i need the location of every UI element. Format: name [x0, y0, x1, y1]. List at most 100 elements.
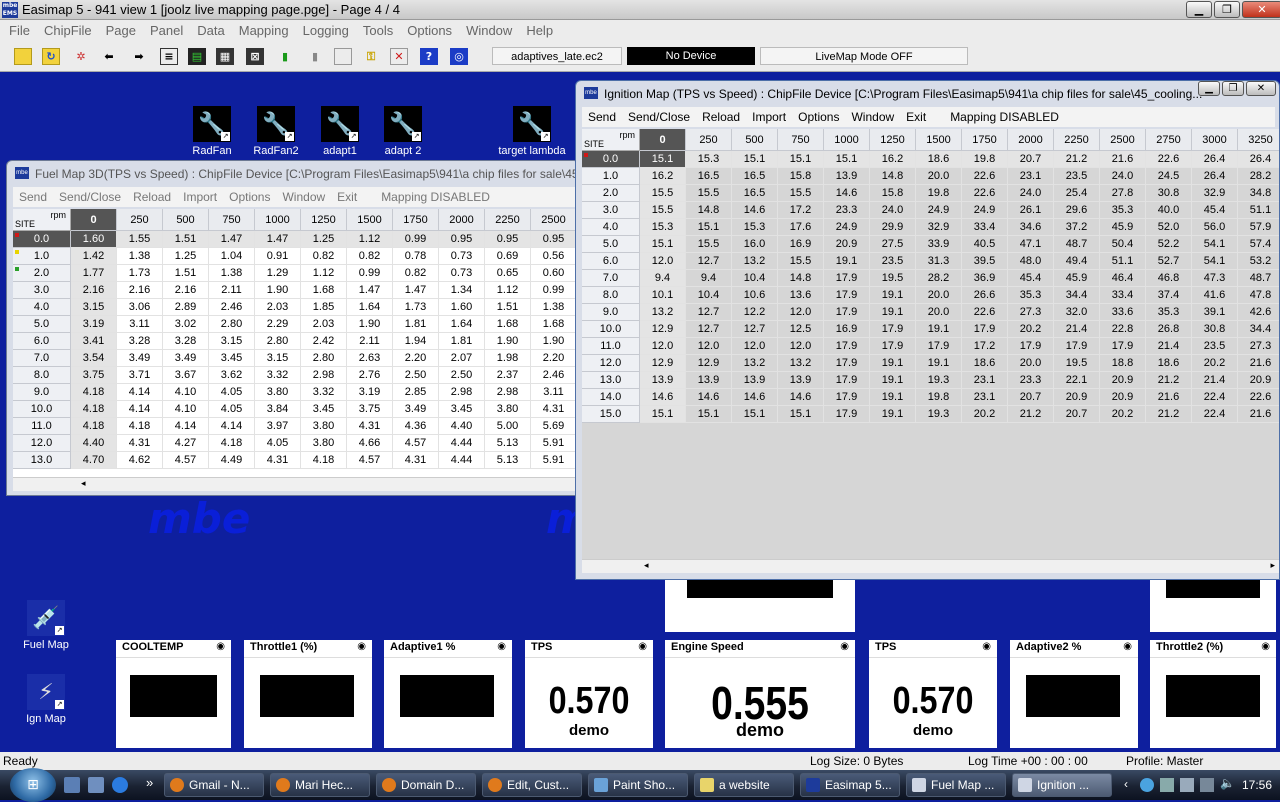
map-cell[interactable]: 15.8 — [870, 185, 916, 202]
row-header[interactable]: 13.0 — [13, 452, 71, 469]
map-cell[interactable]: 4.18 — [117, 418, 163, 435]
map-cell[interactable]: 24.5 — [1146, 168, 1192, 185]
map-cell[interactable]: 12.0 — [686, 338, 732, 355]
map-cell[interactable]: 19.1 — [870, 287, 916, 304]
map-cell[interactable]: 3.80 — [485, 401, 531, 418]
map-cell[interactable]: 12.9 — [640, 321, 686, 338]
map-cell[interactable]: 17.9 — [824, 372, 870, 389]
map-cell[interactable]: 52.2 — [1146, 236, 1192, 253]
column-header[interactable]: 1000 — [255, 209, 301, 231]
map-cell[interactable]: 14.8 — [778, 270, 824, 287]
ign-menu-import[interactable]: Import — [746, 110, 792, 124]
map-cell[interactable]: 45.4 — [1008, 270, 1054, 287]
map-cell[interactable]: 3.84 — [255, 401, 301, 418]
ign-restore-button[interactable]: ❐ — [1222, 81, 1244, 96]
desktop-icon-radfan[interactable]: 🔧 ↗ RadFan — [180, 106, 244, 157]
map-cell[interactable]: 15.5 — [640, 185, 686, 202]
map-cell[interactable]: 13.6 — [778, 287, 824, 304]
map-cell[interactable]: 15.1 — [640, 151, 686, 168]
map-cell[interactable]: 15.3 — [640, 219, 686, 236]
map-cell[interactable]: 37.2 — [1054, 219, 1100, 236]
map-cell[interactable]: 1.77 — [71, 265, 117, 282]
fuel-menu-import[interactable]: Import — [177, 190, 223, 204]
map-cell[interactable]: 0.99 — [531, 282, 577, 299]
map-cell[interactable]: 2.11 — [209, 282, 255, 299]
map-cell[interactable]: 17.9 — [824, 270, 870, 287]
map-cell[interactable]: 21.6 — [1100, 151, 1146, 168]
map-cell[interactable]: 1.98 — [485, 350, 531, 367]
map-cell[interactable]: 2.37 — [485, 367, 531, 384]
map-cell[interactable]: 12.7 — [686, 253, 732, 270]
map-cell[interactable]: 52.0 — [1146, 219, 1192, 236]
map-cell[interactable]: 19.8 — [916, 185, 962, 202]
map-cell[interactable]: 1.38 — [117, 248, 163, 265]
fuel-menu-exit[interactable]: Exit — [331, 190, 363, 204]
map-cell[interactable]: 4.49 — [209, 452, 255, 469]
map-cell[interactable]: 3.49 — [117, 350, 163, 367]
row-header[interactable]: 2.0 — [582, 185, 640, 202]
delete-icon[interactable]: ✕ — [390, 48, 408, 65]
row-header[interactable]: 9.0 — [582, 304, 640, 321]
map-cell[interactable]: 12.0 — [732, 338, 778, 355]
column-header[interactable]: 2000 — [1008, 129, 1054, 151]
map-cell[interactable]: 42.6 — [1238, 304, 1279, 321]
map-cell[interactable]: 15.5 — [778, 185, 824, 202]
map-cell[interactable]: 19.1 — [870, 389, 916, 406]
map-cell[interactable]: 4.18 — [301, 452, 347, 469]
map-cell[interactable]: 1.47 — [347, 282, 393, 299]
map-cell[interactable]: 20.9 — [1100, 372, 1146, 389]
column-header[interactable]: 750 — [209, 209, 255, 231]
desktop-icon-adapt2[interactable]: 🔧 ↗ adapt 2 — [371, 106, 435, 157]
open-icon[interactable] — [14, 48, 32, 65]
map-cell[interactable]: 20.2 — [1008, 321, 1054, 338]
row-header[interactable]: 6.0 — [13, 333, 71, 350]
column-header[interactable]: 500 — [163, 209, 209, 231]
map-cell[interactable]: 1.68 — [531, 316, 577, 333]
map-cell[interactable]: 10.4 — [686, 287, 732, 304]
row-header[interactable]: 0.0 — [13, 231, 71, 248]
map-cell[interactable]: 4.27 — [163, 435, 209, 452]
map-cell[interactable]: 23.1 — [962, 372, 1008, 389]
ignition-map-scrollbar[interactable]: ◂ ▸ — [582, 559, 1279, 573]
ign-menu-reload[interactable]: Reload — [696, 110, 746, 124]
map-cell[interactable]: 36.9 — [962, 270, 1008, 287]
map-cell[interactable]: 19.8 — [916, 389, 962, 406]
map-cell[interactable]: 12.7 — [686, 321, 732, 338]
map-cell[interactable]: 14.8 — [870, 168, 916, 185]
map-cell[interactable]: 21.4 — [1146, 338, 1192, 355]
map-cell[interactable]: 23.3 — [824, 202, 870, 219]
map-cell[interactable]: 15.5 — [686, 236, 732, 253]
map-cell[interactable]: 12.0 — [778, 304, 824, 321]
row-header[interactable]: 3.0 — [582, 202, 640, 219]
map-cell[interactable]: 30.8 — [1146, 185, 1192, 202]
map-cell[interactable]: 2.50 — [393, 367, 439, 384]
map-cell[interactable]: 15.1 — [686, 219, 732, 236]
map-cell[interactable]: 4.62 — [117, 452, 163, 469]
disk-icon[interactable]: ▮ — [306, 48, 324, 65]
map-cell[interactable]: 21.2 — [1054, 151, 1100, 168]
ign-minimize-button[interactable]: ▁ — [1198, 81, 1220, 96]
menu-mapping[interactable]: Mapping — [232, 23, 296, 38]
map-cell[interactable]: 22.4 — [1192, 389, 1238, 406]
row-header[interactable]: 4.0 — [13, 299, 71, 316]
map-cell[interactable]: 34.6 — [1008, 219, 1054, 236]
map-cell[interactable]: 22.6 — [962, 185, 1008, 202]
map-cell[interactable]: 4.40 — [439, 418, 485, 435]
map-cell[interactable]: 54.1 — [1192, 253, 1238, 270]
map-cell[interactable]: 13.2 — [640, 304, 686, 321]
map-cell[interactable]: 15.1 — [778, 151, 824, 168]
scroll-left-icon[interactable]: ◂ — [644, 560, 649, 571]
map-cell[interactable]: 51.1 — [1238, 202, 1279, 219]
gauge-options-icon[interactable]: ◉ — [840, 641, 849, 656]
ign-menu-exit[interactable]: Exit — [900, 110, 932, 124]
fuel-menu-send-close[interactable]: Send/Close — [53, 190, 127, 204]
map-cell[interactable]: 20.0 — [916, 287, 962, 304]
restore-button[interactable]: ❐ — [1214, 1, 1240, 18]
map-cell[interactable]: 4.31 — [347, 418, 393, 435]
map-cell[interactable]: 29.9 — [870, 219, 916, 236]
menu-page[interactable]: Page — [99, 23, 143, 38]
map-cell[interactable]: 17.6 — [778, 219, 824, 236]
volume-icon[interactable]: 🔈 — [1220, 776, 1235, 790]
map-cell[interactable]: 20.9 — [1054, 389, 1100, 406]
map-cell[interactable]: 27.5 — [870, 236, 916, 253]
